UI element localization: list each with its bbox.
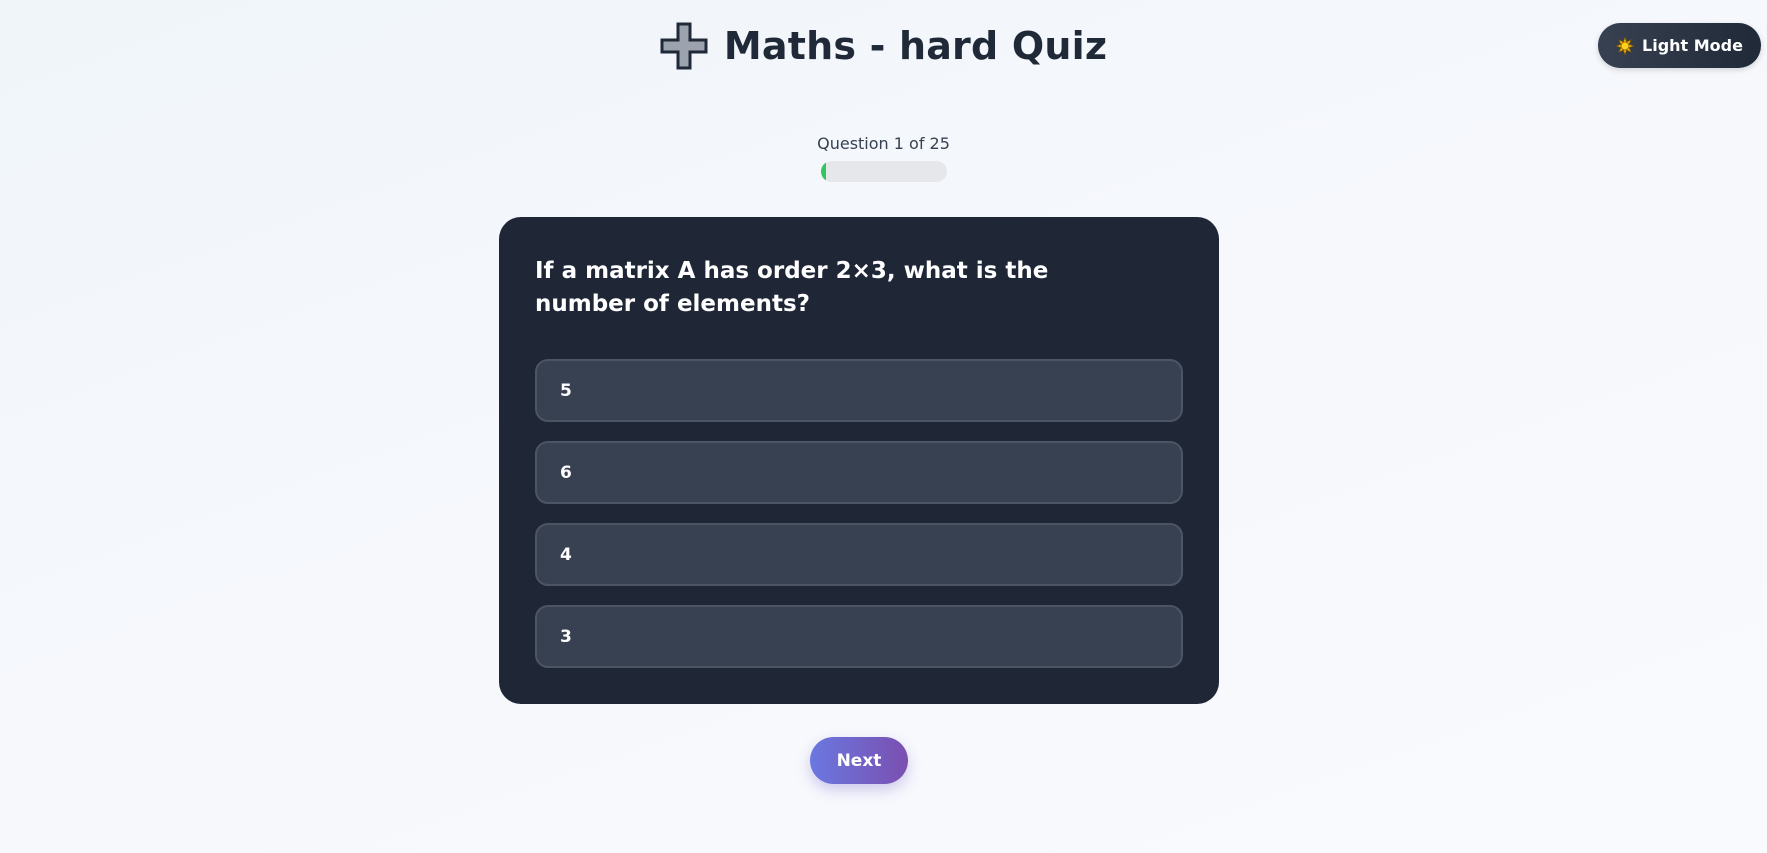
next-button[interactable]: Next bbox=[810, 737, 908, 784]
answer-option-label: 6 bbox=[560, 462, 572, 483]
progress-section: Question 1 of 25 bbox=[0, 134, 1767, 182]
page-header: Maths - hard Quiz bbox=[0, 22, 1767, 70]
question-card: If a matrix A has order 2×3, what is the… bbox=[499, 217, 1219, 704]
progress-text: Question 1 of 25 bbox=[817, 134, 950, 153]
answer-option[interactable]: 3 bbox=[535, 605, 1183, 668]
page-title: Maths - hard Quiz bbox=[723, 24, 1108, 68]
answer-option[interactable]: 6 bbox=[535, 441, 1183, 504]
answer-option-label: 5 bbox=[560, 380, 572, 401]
options-list: 5 6 4 3 bbox=[535, 359, 1183, 668]
progress-fill bbox=[820, 161, 826, 182]
plus-icon bbox=[660, 22, 708, 70]
answer-option-label: 4 bbox=[560, 544, 572, 565]
answer-option[interactable]: 4 bbox=[535, 523, 1183, 586]
answer-option-label: 3 bbox=[560, 626, 572, 647]
progress-bar bbox=[820, 161, 947, 182]
question-text: If a matrix A has order 2×3, what is the… bbox=[535, 258, 1049, 317]
answer-option[interactable]: 5 bbox=[535, 359, 1183, 422]
